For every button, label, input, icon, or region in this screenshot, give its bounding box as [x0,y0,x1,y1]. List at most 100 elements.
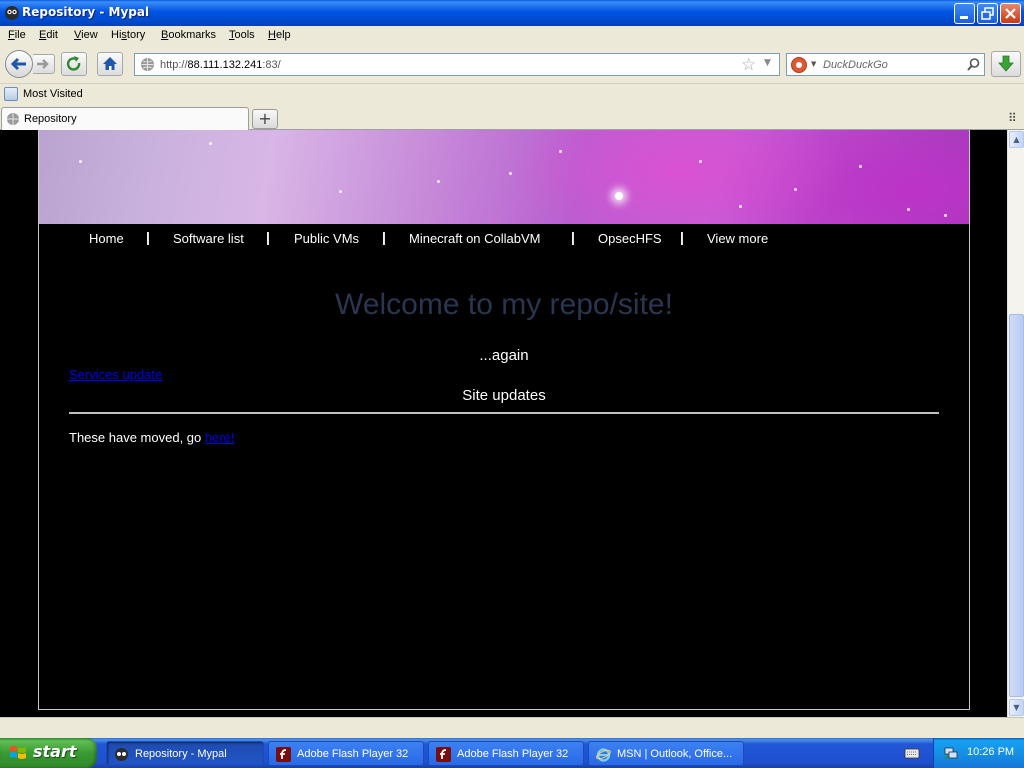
menu-view[interactable]: View [74,29,98,41]
banner-star [907,208,910,211]
status-bar [0,717,1024,738]
banner-star [859,165,862,168]
banner-star [509,172,512,175]
menu-history-label: tory [126,29,146,41]
scroll-down-button[interactable]: ▼ [1009,699,1024,716]
menu-tools-label: ools [234,29,255,41]
ie-icon [596,748,611,762]
menu-history-pre: Hi [111,29,122,41]
nav-separator: | [146,229,150,245]
banner-star [79,160,82,163]
taskbar-item-flash-1[interactable]: Adobe Flash Player 32 [268,741,424,766]
back-button[interactable] [5,50,33,78]
windows-taskbar: start Repository - Mypal Adobe Flash Pla… [0,738,1024,768]
taskbar-item-flash-2[interactable]: Adobe Flash Player 32 [428,741,584,766]
vertical-scrollbar[interactable]: ▲ ▼ [1007,130,1024,717]
taskbar-item-label: Repository - Mypal [135,748,227,760]
home-button[interactable] [97,52,123,76]
flash-icon [436,747,451,762]
minimize-button[interactable] [954,3,975,24]
downloads-button[interactable] [991,51,1021,77]
tab-repository[interactable]: Repository [1,107,249,130]
menu-bookmarks[interactable]: Bookmarks [161,29,216,41]
windows-flag-icon [10,746,26,759]
taskbar-clock[interactable]: 10:26 PM [967,746,1014,758]
welcome-heading: Welcome to my repo/site! [335,288,673,321]
nav-home[interactable]: Home [89,231,124,246]
menu-tools[interactable]: Tools [229,29,255,41]
address-url[interactable]: http://88.111.132.241:83/ [160,59,281,71]
nav-separator: | [266,229,270,245]
site-container: Home | Software list | Public VMs | Mine… [38,130,970,710]
close-button[interactable] [1000,3,1021,24]
duckduckgo-icon[interactable] [791,57,807,73]
url-host: 88.111.132.241 [187,59,263,71]
search-engine-dropdown-icon[interactable]: ▼ [811,60,816,68]
url-dropdown-icon[interactable]: ▼ [764,58,771,68]
section-divider [69,412,939,414]
banner-star [944,214,947,217]
menu-bar: File Edit View History Bookmarks Tools H… [0,26,1024,46]
search-bar[interactable]: ▼ DuckDuckGo [786,53,985,76]
nav-public-vms[interactable]: Public VMs [294,231,359,246]
taskbar-item-label: MSN | Outlook, Office... [617,748,733,760]
scroll-up-button[interactable]: ▲ [1009,131,1024,148]
site-updates-heading: Site updates [462,387,546,404]
window-titlebar[interactable]: Repository - Mypal [0,0,1024,26]
menu-file-label: ile [14,29,26,41]
moved-text: These have moved, go [69,430,205,445]
forward-arrow-icon [37,59,49,69]
banner-star [559,150,562,153]
services-update-link[interactable]: Services update [69,367,162,382]
menu-history[interactable]: History [111,29,145,41]
tab-strip: Repository + ⠿ [0,106,1024,130]
menu-file[interactable]: File [8,29,26,41]
address-bar[interactable]: http://88.111.132.241:83/ ☆ ▼ [134,53,780,76]
banner-star [209,142,212,145]
reload-button[interactable] [61,52,87,76]
menu-edit[interactable]: Edit [39,29,58,41]
nav-view-more[interactable]: View more [707,231,768,246]
taskbar-item-mypal[interactable]: Repository - Mypal [106,741,264,766]
flash-icon [276,747,291,762]
menu-bookmarks-label: ookmarks [168,29,217,41]
new-tab-button[interactable]: + [252,109,278,129]
nav-minecraft-collabvm[interactable]: Minecraft on CollabVM [409,231,541,246]
nav-opsechfs[interactable]: OpsecHFS [598,231,662,246]
nav-software-list[interactable]: Software list [173,231,244,246]
search-placeholder: DuckDuckGo [823,59,888,71]
banner-bright-star [615,192,623,200]
moved-notice: These have moved, go here! [69,430,235,445]
taskbar-item-label: Adobe Flash Player 32 [457,748,569,760]
banner-star [794,188,797,191]
plus-icon: + [258,109,272,128]
minimize-icon [960,16,968,19]
scroll-thumb[interactable] [1009,314,1024,697]
mypal-icon [115,748,128,761]
nav-separator: | [680,229,684,245]
close-icon [1005,8,1016,19]
url-port-path: :83/ [262,59,281,71]
network-icon[interactable] [943,745,959,761]
search-icon[interactable] [966,57,981,72]
menu-file-accel: F [8,29,15,41]
nav-separator: | [571,229,575,245]
maximize-button[interactable] [977,3,998,24]
keyboard-icon[interactable] [904,746,920,760]
moved-here-link[interactable]: here! [205,430,235,445]
banner-star [437,180,440,183]
tab-list-icon[interactable]: ⠿ [1008,111,1017,125]
back-arrow-icon [10,57,26,71]
forward-button[interactable] [33,54,55,74]
bookmark-star-icon[interactable]: ☆ [741,55,756,75]
nav-separator: | [382,229,386,245]
menu-help[interactable]: Help [268,29,291,41]
start-button[interactable]: start [0,738,97,768]
bookmark-most-visited[interactable]: Most Visited [23,88,83,100]
page-favicon-icon [7,113,19,125]
menu-view-label: iew [81,29,98,41]
menu-help-label: elp [275,29,291,41]
header-banner [39,130,969,224]
taskbar-item-msn[interactable]: MSN | Outlook, Office... [588,741,744,766]
bookmarks-toolbar: Most Visited [0,84,1024,106]
